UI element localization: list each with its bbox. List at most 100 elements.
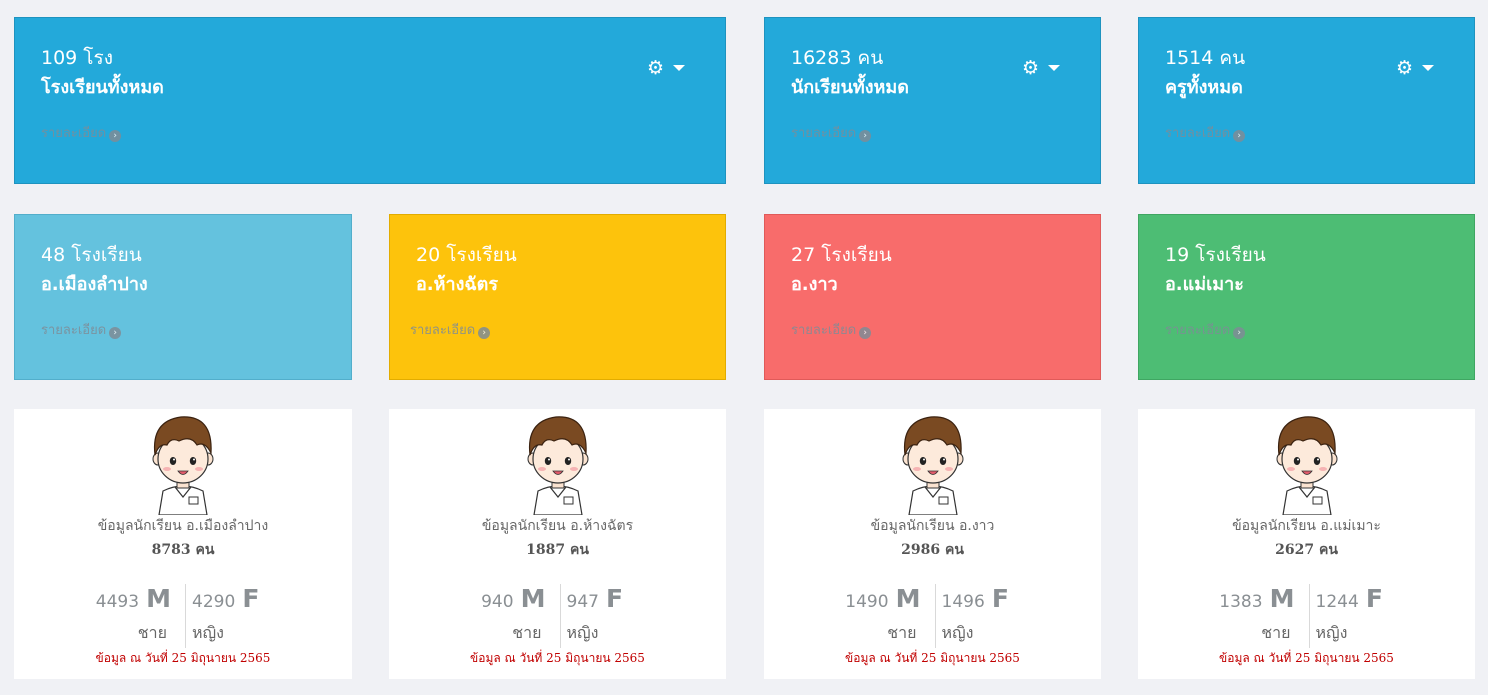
card-title: 16283 คน xyxy=(791,47,884,69)
male-count-block: 1490 M ชาย xyxy=(811,584,931,648)
male-label: ชาย xyxy=(137,623,167,642)
student-boy-avatar xyxy=(527,416,588,515)
caret-down-icon xyxy=(673,65,685,71)
female-letter: F xyxy=(991,584,1009,613)
district-card-ngao: 27 โรงเรียน อ.งาว รายละเอียด › xyxy=(764,214,1101,380)
details-link[interactable]: รายละเอียด › xyxy=(791,321,872,341)
district-card-hang-chat: 20 โรงเรียน อ.ห้างฉัตร รายละเอียด › xyxy=(389,214,726,380)
settings-dropdown-button[interactable]: ⚙ xyxy=(647,58,685,78)
card-subtitle: อ.งาว xyxy=(791,274,838,295)
male-count-block: 4493 M ชาย xyxy=(61,584,181,648)
student-stats-label: ข้อมูลนักเรียน อ.เมืองลำปาง xyxy=(97,518,269,534)
student-stats-label: ข้อมูลนักเรียน อ.แม่เมาะ xyxy=(1232,518,1381,534)
caret-down-icon xyxy=(1048,65,1060,71)
card-subtitle: อ.แม่เมาะ xyxy=(1165,274,1244,295)
female-count: 1496 xyxy=(941,592,985,612)
student-stats-label: ข้อมูลนักเรียน อ.ห้างฉัตร xyxy=(481,518,634,534)
student-total: 8783 คน xyxy=(151,542,215,558)
gender-breakdown: 940 M ชาย 947 F หญิง xyxy=(389,584,726,648)
gender-breakdown: 4493 M ชาย 4290 F หญิง xyxy=(14,584,352,648)
card-title: 48 โรงเรียน xyxy=(41,244,142,266)
female-label: หญิง xyxy=(941,623,974,642)
card-subtitle: อ.ห้างฉัตร xyxy=(416,274,499,295)
details-link[interactable]: รายละเอียด › xyxy=(410,321,491,341)
student-total: 2986 คน xyxy=(901,542,964,558)
data-date-note: ข้อมูล ณ วันที่ 25 มิถุนายน 2565 xyxy=(845,651,1020,665)
student-boy-avatar xyxy=(1276,416,1337,515)
male-letter: M xyxy=(146,584,171,613)
male-label: ชาย xyxy=(887,623,917,642)
gender-breakdown: 1490 M ชาย 1496 F หญิง xyxy=(764,584,1101,648)
male-letter: M xyxy=(1269,584,1295,613)
female-label: หญิง xyxy=(566,623,599,642)
male-count-block: 1383 M ชาย xyxy=(1185,584,1305,648)
male-label: ชาย xyxy=(1261,623,1291,642)
data-date-note: ข้อมูล ณ วันที่ 25 มิถุนายน 2565 xyxy=(1219,651,1394,665)
gear-icon: ⚙ xyxy=(1021,57,1039,79)
student-stats-card: ข้อมูลนักเรียน อ.แม่เมาะ 2627 คน 1383 M ชาย… xyxy=(1138,409,1475,679)
student-stats-label: ข้อมูลนักเรียน อ.งาว xyxy=(870,518,995,534)
female-label: หญิง xyxy=(192,623,224,642)
details-link[interactable]: รายละเอียด › xyxy=(1165,124,1246,144)
card-title: 27 โรงเรียน xyxy=(791,244,892,266)
district-card-mae-mo: 19 โรงเรียน อ.แม่เมาะ รายละเอียด › xyxy=(1138,214,1475,380)
arrow-circle-right-icon: › xyxy=(478,327,491,339)
card-subtitle: โรงเรียนทั้งหมด xyxy=(41,77,164,98)
gear-icon: ⚙ xyxy=(646,57,664,79)
female-count-block: 1244 F หญิง xyxy=(1308,584,1429,648)
female-count-block: 4290 F หญิง xyxy=(185,584,305,648)
student-boy-avatar xyxy=(902,416,963,515)
arrow-circle-right-icon: › xyxy=(1233,327,1246,339)
district-card-mueang-lampang: 48 โรงเรียน อ.เมืองลำปาง รายละเอียด › xyxy=(14,214,352,380)
settings-dropdown-button[interactable]: ⚙ xyxy=(1022,58,1060,78)
male-count: 940 xyxy=(481,592,514,612)
card-title: 109 โรง xyxy=(41,47,113,69)
data-date-note: ข้อมูล ณ วันที่ 25 มิถุนายน 2565 xyxy=(470,651,645,665)
arrow-circle-right-icon: › xyxy=(109,130,122,142)
student-stats-card: ข้อมูลนักเรียน อ.ห้างฉัตร 1887 คน 940 M ชาย… xyxy=(389,409,726,679)
female-count: 947 xyxy=(566,592,599,612)
female-letter: F xyxy=(242,584,260,613)
caret-down-icon xyxy=(1422,65,1434,71)
student-stats-card: ข้อมูลนักเรียน อ.เมืองลำปาง 8783 คน 4493 M… xyxy=(14,409,352,679)
female-label: หญิง xyxy=(1315,623,1348,642)
female-letter: F xyxy=(1365,584,1383,613)
male-label: ชาย xyxy=(512,623,542,642)
female-count: 1244 xyxy=(1315,592,1359,612)
student-stats-card: ข้อมูลนักเรียน อ.งาว 2986 คน 1490 M ชาย 1496… xyxy=(764,409,1101,679)
gender-breakdown: 1383 M ชาย 1244 F หญิง xyxy=(1138,584,1475,648)
male-letter: M xyxy=(520,584,546,613)
details-link[interactable]: รายละเอียด › xyxy=(791,124,872,144)
male-count: 4493 xyxy=(95,592,140,612)
female-count-block: 1496 F หญิง xyxy=(934,584,1055,648)
card-title: 1514 คน xyxy=(1165,47,1246,69)
arrow-circle-right-icon: › xyxy=(1233,130,1246,142)
details-link[interactable]: รายละเอียด › xyxy=(1165,321,1246,341)
summary-card-students: 16283 คน นักเรียนทั้งหมด ⚙ รายละเอียด › xyxy=(764,17,1101,184)
data-date-note: ข้อมูล ณ วันที่ 25 มิถุนายน 2565 xyxy=(95,651,271,665)
male-count-block: 940 M ชาย xyxy=(436,584,556,648)
female-count-block: 947 F หญิง xyxy=(559,584,680,648)
male-letter: M xyxy=(895,584,921,613)
arrow-circle-right-icon: › xyxy=(109,327,122,339)
details-link[interactable]: รายละเอียด › xyxy=(41,124,122,144)
male-count: 1490 xyxy=(845,592,889,612)
summary-card-teachers: 1514 คน ครูทั้งหมด ⚙ รายละเอียด › xyxy=(1138,17,1475,184)
card-title: 20 โรงเรียน xyxy=(416,244,517,266)
details-link[interactable]: รายละเอียด › xyxy=(41,321,122,341)
settings-dropdown-button[interactable]: ⚙ xyxy=(1396,58,1434,78)
female-count: 4290 xyxy=(192,592,236,612)
card-subtitle: อ.เมืองลำปาง xyxy=(41,274,148,295)
female-letter: F xyxy=(606,584,624,613)
student-total: 2627 คน xyxy=(1275,542,1338,558)
student-boy-avatar xyxy=(152,416,214,515)
card-subtitle: ครูทั้งหมด xyxy=(1165,77,1243,98)
student-total: 1887 คน xyxy=(526,542,589,558)
card-title: 19 โรงเรียน xyxy=(1165,244,1266,266)
male-count: 1383 xyxy=(1219,592,1263,612)
arrow-circle-right-icon: › xyxy=(859,130,872,142)
gear-icon: ⚙ xyxy=(1395,57,1413,79)
card-subtitle: นักเรียนทั้งหมด xyxy=(791,77,909,98)
arrow-circle-right-icon: › xyxy=(859,327,872,339)
summary-card-schools: 109 โรง โรงเรียนทั้งหมด ⚙ รายละเอียด › xyxy=(14,17,726,184)
